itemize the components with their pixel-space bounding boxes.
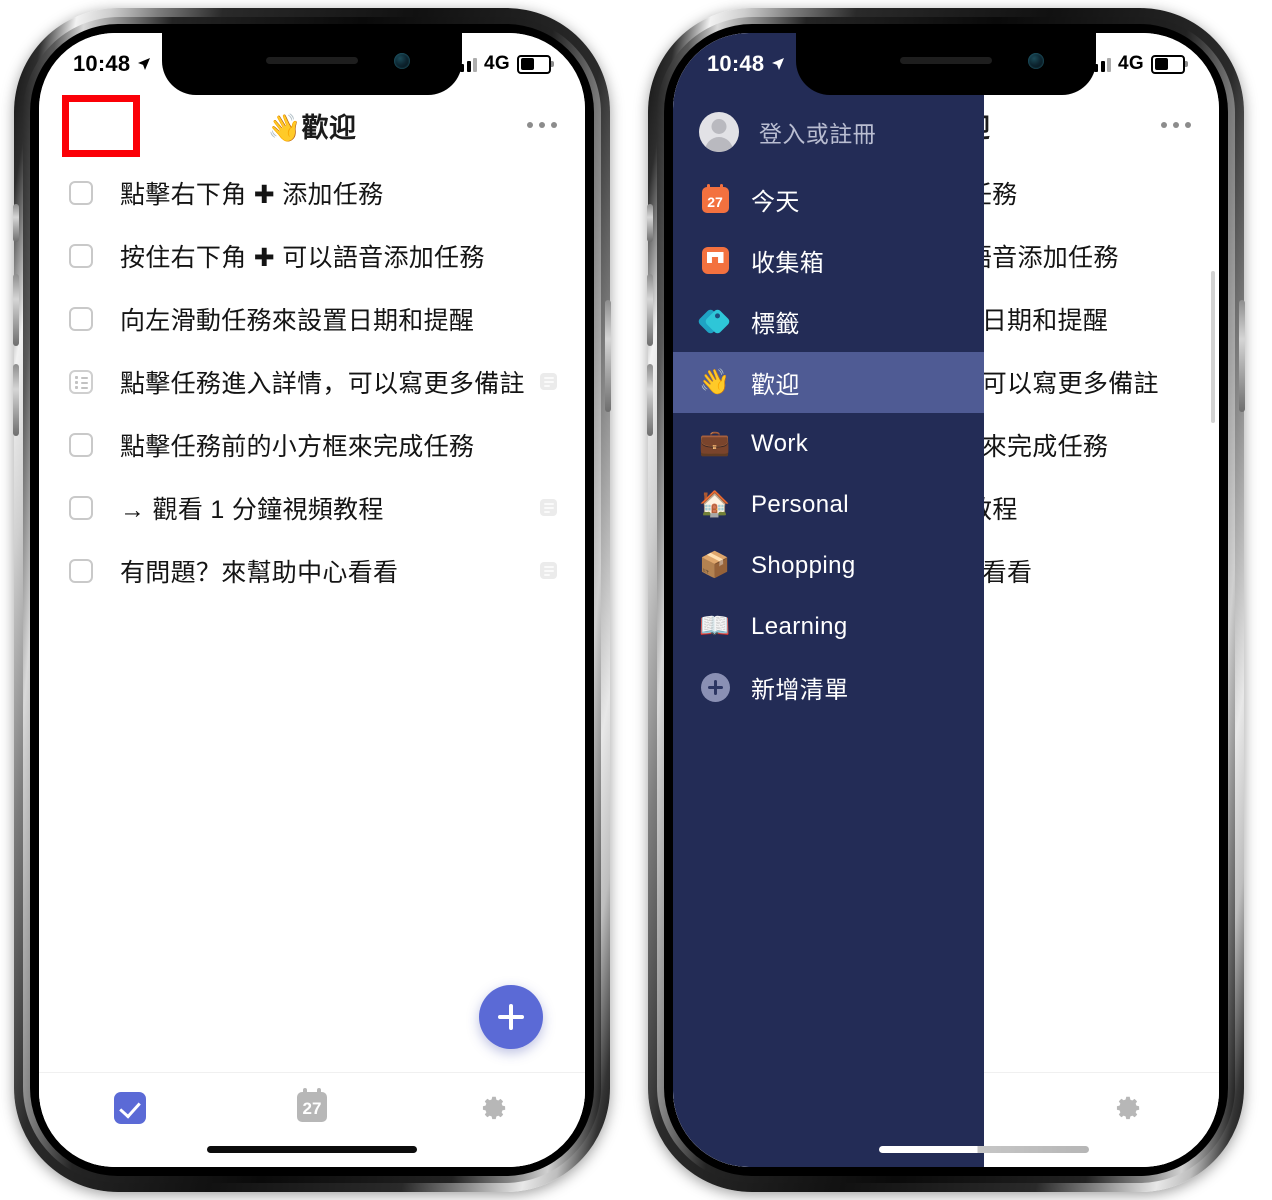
dot-3: [551, 122, 557, 128]
gear-icon: [1112, 1092, 1144, 1124]
sidebar-item-label: 今天: [751, 189, 800, 216]
sidebar-item-work[interactable]: 💼 Work: [673, 413, 984, 474]
sidebar-item-tags[interactable]: 標籤: [673, 291, 984, 352]
house-emoji-icon: 🏠: [699, 490, 731, 518]
sidebar-item-label: 歡迎: [751, 372, 800, 399]
screen-right: 👋歡迎 點擊右下角 ✚ 添加任務 按住右下角 ✚ 可以語音添加任務 向左滑動任務…: [673, 33, 1219, 1167]
task-list: 點擊右下角 ✚ 添加任務 按住右下角 ✚ 可以語音添加任務 向左滑動任務來設置日…: [39, 155, 585, 1072]
screen-left: 👋歡迎 點擊右下角 ✚ 添加任務 按住右下角 ✚ 可以語音添加任務 向左滑動任務: [39, 33, 585, 1167]
volume-up-button[interactable]: [647, 274, 653, 346]
notch: [162, 33, 462, 95]
task-label: 有問題？來幫助中心看看: [120, 558, 399, 587]
earpiece-speaker: [900, 57, 992, 64]
dot-1: [527, 122, 533, 128]
task-row[interactable]: 點擊任務前的小方框來完成任務: [39, 413, 585, 476]
plus-circle-icon: [699, 672, 731, 704]
scrollbar[interactable]: [1211, 271, 1215, 423]
inbox-icon: [699, 245, 731, 277]
home-indicator[interactable]: [879, 1146, 1089, 1153]
drawer-menu: 27 今天 收集箱 標籤 👋 歡迎 💼 Work 🏠 Personal 📦 Sh…: [673, 169, 984, 718]
avatar-icon: [699, 112, 739, 152]
power-button[interactable]: [605, 300, 611, 412]
sidebar-item-label: Shopping: [751, 551, 856, 579]
sidebar-item-shopping[interactable]: 📦 Shopping: [673, 535, 984, 596]
task-row[interactable]: → 觀看 1 分鐘視頻教程: [39, 476, 585, 539]
checklist-icon[interactable]: [69, 369, 93, 394]
task-label: 按住右下角 ✚ 可以語音添加任務: [120, 243, 485, 272]
task-row[interactable]: 有問題？來幫助中心看看: [39, 539, 585, 602]
checkmark-icon: [114, 1092, 146, 1124]
phone-right: 👋歡迎 點擊右下角 ✚ 添加任務 按住右下角 ✚ 可以語音添加任務 向左滑動任務…: [647, 8, 1245, 1192]
task-row[interactable]: 點擊右下角 ✚ 添加任務: [39, 161, 585, 224]
notch: [796, 33, 1096, 95]
briefcase-emoji-icon: 💼: [699, 429, 731, 457]
task-label: 向左滑動任務來設置日期和提醒: [120, 306, 475, 335]
more-options-icon[interactable]: [1161, 122, 1191, 128]
note-indicator-icon: [540, 373, 557, 390]
power-button[interactable]: [1239, 300, 1245, 412]
account-label: 登入或註冊: [759, 121, 876, 147]
task-row[interactable]: 按住右下角 ✚ 可以語音添加任務: [39, 224, 585, 287]
package-emoji-icon: 📦: [699, 551, 731, 579]
calendar-icon: 27: [297, 1088, 327, 1122]
tab-calendar[interactable]: 27: [221, 1088, 403, 1122]
dot-2: [539, 122, 545, 128]
note-indicator-icon: [540, 499, 557, 516]
gear-icon: [478, 1092, 510, 1124]
open-book-emoji-icon: 📖: [699, 612, 731, 640]
sidebar-item-add-list[interactable]: 新增清單: [673, 657, 984, 718]
account-row[interactable]: 登入或註冊: [673, 95, 984, 169]
sidebar-item-label: Work: [751, 429, 809, 457]
tag-icon: [697, 306, 731, 338]
sidebar-item-label: Personal: [751, 490, 849, 518]
note-indicator-icon: [540, 562, 557, 579]
more-options-icon[interactable]: [527, 122, 557, 128]
task-label: 點擊任務進入詳情，可以寫更多備註: [120, 369, 525, 398]
silent-switch[interactable]: [13, 204, 19, 242]
tab-settings[interactable]: [403, 1092, 585, 1124]
checkbox-icon[interactable]: [69, 243, 93, 268]
silent-switch[interactable]: [647, 204, 653, 242]
task-row[interactable]: 向左滑動任務來設置日期和提醒: [39, 287, 585, 350]
tab-settings[interactable]: [1037, 1092, 1219, 1124]
task-label: 點擊任務前的小方框來完成任務: [120, 432, 475, 461]
annotation-highlight-box: [62, 95, 140, 157]
sidebar-item-inbox[interactable]: 收集箱: [673, 230, 984, 291]
earpiece-speaker: [266, 57, 358, 64]
front-camera: [1028, 53, 1044, 69]
sidebar-item-welcome[interactable]: 👋 歡迎: [673, 352, 984, 413]
checkbox-icon[interactable]: [69, 558, 93, 583]
checkbox-icon[interactable]: [69, 495, 93, 520]
task-row[interactable]: 點擊任務進入詳情，可以寫更多備註: [39, 350, 585, 413]
sidebar-item-label: 收集箱: [751, 250, 825, 277]
sidebar-item-label: 標籤: [751, 311, 800, 338]
volume-down-button[interactable]: [13, 364, 19, 436]
sidebar-item-personal[interactable]: 🏠 Personal: [673, 474, 984, 535]
checkbox-icon[interactable]: [69, 306, 93, 331]
sidebar-item-today[interactable]: 27 今天: [673, 169, 984, 230]
navigation-drawer: 登入或註冊 27 今天 收集箱 標籤 👋 歡迎 💼 Work 🏠 Persona…: [673, 33, 984, 1167]
front-camera: [394, 53, 410, 69]
sidebar-item-learning[interactable]: 📖 Learning: [673, 596, 984, 657]
wave-hand-emoji-icon: 👋: [699, 368, 731, 396]
volume-down-button[interactable]: [647, 364, 653, 436]
sidebar-item-label: 新增清單: [751, 677, 849, 704]
tab-tasks[interactable]: [39, 1092, 221, 1124]
add-task-button[interactable]: [479, 985, 543, 1049]
task-label: → 觀看 1 分鐘視頻教程: [120, 495, 384, 524]
task-label: 點擊右下角 ✚ 添加任務: [120, 180, 384, 209]
phone-left: 👋歡迎 點擊右下角 ✚ 添加任務 按住右下角 ✚ 可以語音添加任務 向左滑動任務: [13, 8, 611, 1192]
calendar-icon: 27: [699, 183, 731, 216]
sidebar-item-label: Learning: [751, 612, 848, 640]
checkbox-icon[interactable]: [69, 432, 93, 457]
checkbox-icon[interactable]: [69, 180, 93, 205]
home-indicator[interactable]: [207, 1146, 417, 1153]
volume-up-button[interactable]: [13, 274, 19, 346]
